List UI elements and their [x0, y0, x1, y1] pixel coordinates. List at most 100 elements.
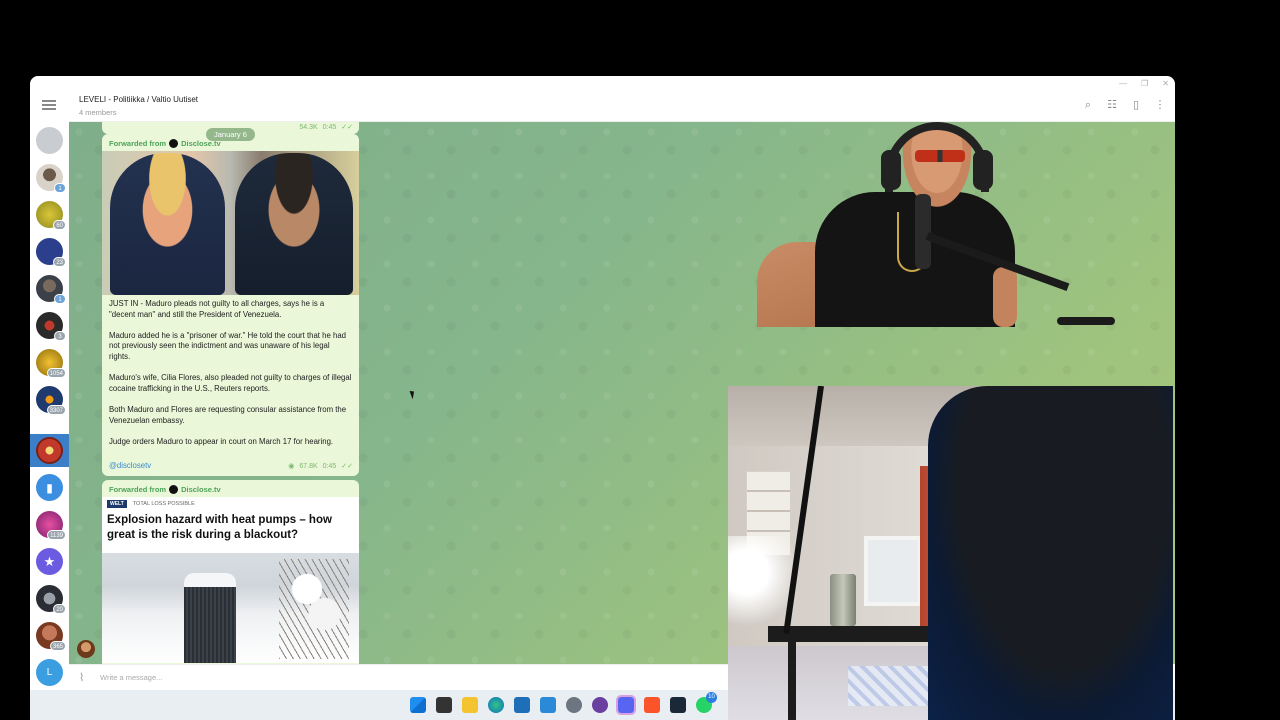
snowy-tree: [279, 559, 349, 659]
article-photo[interactable]: [102, 553, 359, 663]
sunglasses: [915, 150, 965, 162]
whatsapp-icon[interactable]: 10: [696, 692, 717, 713]
photo-person-right: [235, 153, 353, 295]
forwarded-label: Forwarded from: [109, 485, 167, 494]
channel-link[interactable]: @disclosetv: [102, 461, 158, 470]
views-count: 67.8K: [299, 462, 318, 470]
message-input[interactable]: Write a message...: [100, 673, 162, 682]
source-logo-icon: [169, 485, 179, 494]
chat-avatar[interactable]: 3307: [36, 386, 66, 415]
message-photo[interactable]: [102, 151, 359, 295]
message-time: 0:45: [322, 462, 337, 470]
date-separator: January 6: [206, 128, 255, 141]
start-icon[interactable]: [410, 697, 426, 713]
message-paragraph: Maduro's wife, Cilia Flores, also pleade…: [109, 373, 352, 393]
attach-icon[interactable]: ⌇: [79, 671, 84, 684]
menu-icon[interactable]: [42, 100, 56, 110]
settings-gear-icon[interactable]: [566, 697, 582, 713]
unread-badge: 1139: [47, 530, 66, 540]
chat-avatar[interactable]: 1054: [36, 349, 66, 378]
forwarded-header[interactable]: Forwarded from Disclose.tv: [102, 480, 359, 497]
chat-avatar[interactable]: 1139: [36, 511, 66, 540]
article-headline[interactable]: Explosion hazard with heat pumps – how g…: [102, 511, 359, 553]
message-meta: 54.3K 0:45 ✓✓: [299, 123, 353, 132]
streamer-arm: [993, 267, 1017, 327]
snipping-tool-icon[interactable]: [540, 697, 556, 713]
heat-pump-unit: [184, 573, 236, 663]
close-button[interactable]: ✕: [1162, 79, 1169, 88]
views-count: 54.3K: [299, 123, 318, 131]
chat-avatar[interactable]: 23: [36, 238, 66, 267]
more-options-icon[interactable]: ⋮: [1153, 98, 1167, 112]
window-controls: — ❐ ✕: [1119, 76, 1169, 90]
search-icon[interactable]: ⌕: [1081, 98, 1095, 112]
foreground-person: [928, 386, 1173, 720]
chat-avatar[interactable]: 365: [36, 622, 66, 651]
unread-badge: 3307: [46, 405, 66, 415]
message-bubble[interactable]: Forwarded from Disclose.tv JUST IN - Mad…: [102, 134, 359, 476]
streamer-overlay: [757, 122, 1117, 327]
unread-badge: 60: [53, 220, 66, 230]
unread-badge: 1: [54, 294, 66, 304]
message-bubble[interactable]: Forwarded from Disclose.tv WELT TOTAL LO…: [102, 480, 359, 664]
headphone-cup: [881, 150, 901, 190]
message-paragraph: Both Maduro and Flores are requesting co…: [109, 404, 347, 425]
message-paragraph: Judge orders Maduro to appear in court o…: [109, 436, 334, 446]
unread-badge: 1054: [46, 368, 66, 378]
read-check-icon: ✓✓: [341, 124, 353, 131]
voice-chat-icon[interactable]: ☷: [1105, 98, 1119, 112]
article-brand-row: WELT TOTAL LOSS POSSIBLE: [102, 497, 359, 511]
minimize-button[interactable]: —: [1119, 79, 1127, 88]
store-icon[interactable]: [514, 697, 530, 713]
headphone-cup: [973, 150, 993, 190]
forwarded-source[interactable]: Disclose.tv: [181, 485, 221, 494]
archive-chat-avatar[interactable]: [36, 127, 63, 154]
taskbar-badge: 10: [706, 692, 717, 703]
unread-badge: 20: [53, 604, 66, 614]
chat-avatar[interactable]: 1: [36, 275, 66, 304]
chat-avatar[interactable]: 1: [36, 164, 66, 193]
chat-avatar-selected[interactable]: [36, 437, 63, 464]
obs-icon[interactable]: [592, 697, 608, 713]
chat-avatar[interactable]: 3: [36, 312, 66, 341]
chat-avatar[interactable]: 20: [36, 585, 66, 614]
unread-badge: 365: [49, 641, 66, 651]
sender-avatar[interactable]: [77, 640, 95, 658]
file-explorer-icon[interactable]: [462, 697, 478, 713]
message-paragraph: JUST IN - Maduro pleads not guilty to al…: [109, 299, 325, 319]
message-paragraph: Maduro added he is a "prisoner of war." …: [109, 330, 346, 361]
webcam-overlay: [728, 386, 1173, 720]
forwarded-label: Forwarded from: [109, 139, 167, 148]
table-leg: [788, 636, 796, 720]
photo-person-left: [110, 153, 225, 295]
message-input-bar: ⌇ Write a message...: [69, 664, 729, 690]
chat-title[interactable]: LEVELI - Politiikka / Valtio Uutiset: [79, 95, 198, 104]
edge-icon[interactable]: [488, 697, 504, 713]
saved-messages-icon[interactable]: ▮: [36, 474, 63, 501]
drink-can: [830, 574, 856, 626]
message-time: 0:45: [322, 123, 337, 131]
source-logo-icon: [169, 139, 179, 148]
message-text: JUST IN - Maduro pleads not guilty to al…: [102, 295, 359, 447]
welt-logo: WELT: [107, 500, 127, 508]
star-icon[interactable]: ★: [36, 548, 63, 575]
maximize-button[interactable]: ❐: [1141, 79, 1148, 88]
chat-header: LEVELI - Politiikka / Valtio Uutiset 4 m…: [69, 90, 1175, 122]
steam-icon[interactable]: [670, 697, 686, 713]
sidebar-toggle-icon[interactable]: ▯: [1129, 98, 1143, 112]
read-check-icon: ✓✓: [341, 463, 353, 470]
article-tagline: TOTAL LOSS POSSIBLE: [132, 501, 195, 507]
lamp-light: [728, 536, 818, 626]
mic-base: [1057, 317, 1115, 325]
message-meta: ◉ 67.8K 0:45 ✓✓: [288, 462, 353, 471]
chat-avatar-letter[interactable]: L: [36, 659, 63, 686]
discord-icon[interactable]: [616, 695, 636, 715]
unread-badge: 1: [54, 183, 66, 193]
room-window: [864, 536, 922, 606]
chat-avatar[interactable]: 60: [36, 201, 66, 230]
eye-icon: ◉: [288, 463, 295, 470]
chat-list-rail: 1 60 23 1 3 1054 3307 ▮ 1139 ★ 20 365 L: [30, 90, 69, 720]
unread-badge: 3: [54, 331, 66, 341]
task-view-icon[interactable]: [436, 697, 452, 713]
brave-icon[interactable]: [644, 697, 660, 713]
